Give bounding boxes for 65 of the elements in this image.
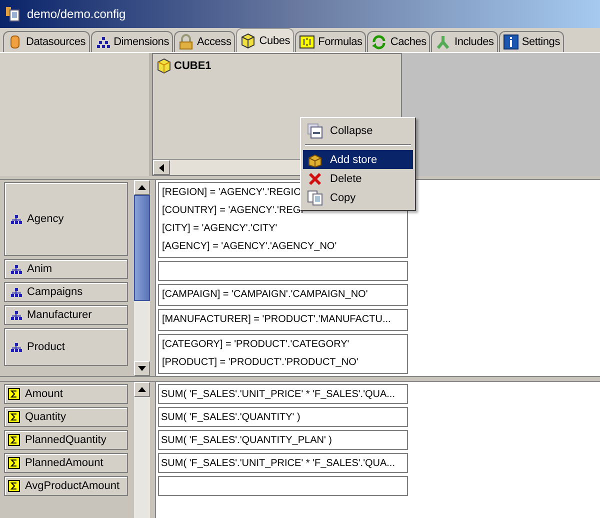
mapping-text: [CITY] = 'AGENCY'.'CITY' [162,222,278,236]
sigma-icon [8,434,20,446]
vertical-scrollbar[interactable] [134,180,155,376]
mapping-text: [CAMPAIGN] = 'CAMPAIGN'.'CAMPAIGN_NO' [162,288,368,302]
hierarchy-icon [11,264,22,274]
cube-icon [240,32,256,48]
lock-icon [178,34,194,50]
box-icon [307,152,323,168]
menu-item[interactable]: Add store [303,150,413,169]
measure-label[interactable]: PlannedQuantity [4,430,128,450]
up-arrow-icon [138,387,146,392]
mapping-text: [AGENCY] = 'AGENCY'.'AGENCY_NO' [162,240,337,254]
hierarchy-icon [11,288,22,296]
window-title: demo/demo.config [27,7,126,21]
mapping-text: [PRODUCT] = 'PRODUCT'.'PRODUCT_NO' [162,356,358,370]
measure-label[interactable]: AvgProductAmount [4,476,128,496]
sigma-icon [8,480,20,492]
refresh-icon [371,34,388,50]
mapping-text: [COUNTRY] = 'AGENCY'.'REGI [162,204,304,218]
up-arrow-icon [138,185,146,190]
menu-item[interactable]: Copy [303,188,413,207]
tab[interactable]: Includes [431,31,498,52]
sigma-icon [8,457,20,469]
dimension-label[interactable]: Anim [4,259,128,279]
hierarchy-icon [11,310,22,320]
menu-item[interactable]: Delete [303,169,413,188]
branch-icon [435,34,452,50]
dimension-label[interactable]: Product [4,328,128,366]
measure-label[interactable]: Quantity [4,407,128,427]
tab[interactable]: Cubes [236,28,294,52]
formula-text: SUM( 'F_SALES'.'UNIT_PRICE' * 'F_SALES'.'QUA... [161,458,396,468]
vertical-scrollbar[interactable] [134,382,155,518]
measure-label[interactable]: PlannedAmount [4,453,128,473]
copy-icon [307,190,323,206]
dimension-label[interactable]: Campaigns [4,282,128,302]
formula-text: SUM( 'F_SALES'.'QUANTITY' ) [161,412,302,422]
info-icon [502,34,519,50]
mapping-text: [REGION] = 'AGENCY'.'REGIO [162,186,302,200]
mapping-text: [CATEGORY] = 'PRODUCT'.'CATEGORY' [162,338,350,352]
tab[interactable]: Access [174,31,236,52]
document-icon [5,6,21,22]
formula-text: SUM( 'F_SALES'.'QUANTITY_PLAN' ) [161,434,334,446]
hierarchy-icon [94,34,111,50]
cube-icon [157,58,171,74]
tab[interactable]: Dimensions [90,31,174,52]
tab[interactable]: Formulas [295,31,366,52]
hierarchy-icon [11,214,22,224]
tab[interactable]: Datasources [3,31,90,52]
delete-icon [307,170,323,186]
sigma-icon [8,388,20,400]
left-arrow-icon [158,164,164,172]
dimension-label[interactable]: Agency [4,182,128,256]
down-arrow-icon [138,366,146,371]
tab[interactable]: Caches [367,31,430,52]
tab[interactable]: Settings [498,31,564,52]
dimension-label[interactable]: Manufacturer [4,305,128,325]
formula-text: SUM( 'F_SALES'.'UNIT_PRICE' * 'F_SALES'.'QUA... [161,388,396,400]
measure-label[interactable]: Amount [4,384,128,404]
hierarchy-icon [11,342,22,352]
cube-name: CUBE1 [174,60,212,72]
formula-icon [299,34,316,50]
menu-item[interactable]: Collapse [303,121,413,140]
collapse-icon [307,122,323,138]
sigma-icon [8,411,20,423]
mapping-text: [MANUFACTURER] = 'PRODUCT'.'MANUFACTU... [162,313,391,327]
